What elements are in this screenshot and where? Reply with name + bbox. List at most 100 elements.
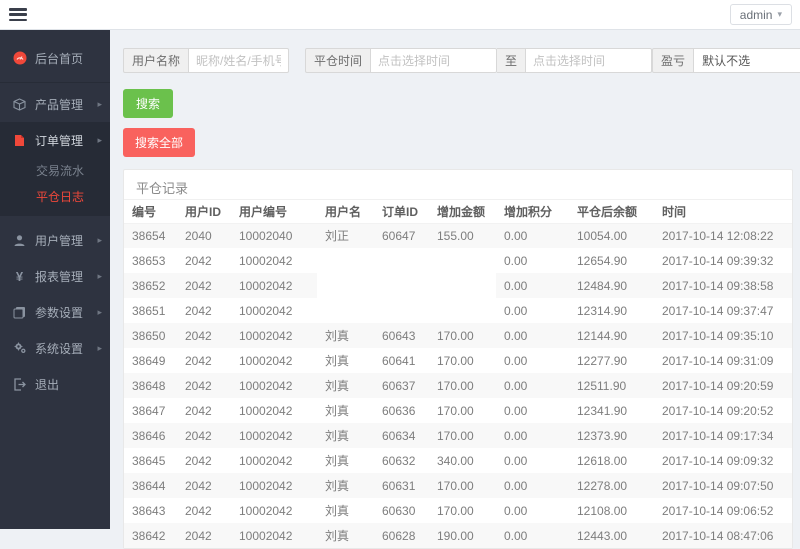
dashboard-icon	[12, 51, 27, 66]
table-cell: 10054.00	[569, 223, 654, 248]
table-cell: 2042	[177, 423, 231, 448]
close-records-table: 编号用户ID用户编号用户名订单ID增加金额增加积分平仓后余额时间 3865420…	[124, 200, 792, 548]
search-button[interactable]: 搜索	[123, 89, 173, 118]
divider	[0, 82, 110, 83]
table-cell: 0.00	[496, 423, 569, 448]
table-cell: 10002042	[231, 523, 317, 548]
table-cell: 12654.90	[569, 248, 654, 273]
table-row: 38650204210002042刘真60643170.000.0012144.…	[124, 323, 792, 348]
table-cell: 38643	[124, 498, 177, 523]
table-cell: 刘真	[317, 448, 374, 473]
chevron-right-icon: ▸	[97, 135, 102, 146]
table-cell: 12314.90	[569, 298, 654, 323]
system-settings-gear-icon	[12, 341, 27, 356]
table-cell: 38648	[124, 373, 177, 398]
table-row: 38644204210002042刘真60631170.000.0012278.…	[124, 473, 792, 498]
sidebar-item-close-position-log[interactable]: 平仓日志	[0, 184, 110, 210]
table-cell: 2017-10-14 09:31:09	[654, 348, 792, 373]
sidebar-item-label: 参数设置	[35, 304, 83, 321]
table-cell: 60632	[374, 448, 429, 473]
table-cell: 2042	[177, 373, 231, 398]
table-cell: 10002042	[231, 348, 317, 373]
table-cell	[317, 273, 374, 298]
table-cell: 38646	[124, 423, 177, 448]
table-cell: 155.00	[429, 223, 496, 248]
table-cell: 190.00	[429, 523, 496, 548]
sidebar-item-reports[interactable]: ¥ 报表管理 ▸	[0, 258, 110, 294]
table-row: 38647204210002042刘真60636170.000.0012341.…	[124, 398, 792, 423]
column-header: 时间	[654, 200, 792, 223]
table-cell: 12108.00	[569, 498, 654, 523]
table-cell: 10002042	[231, 473, 317, 498]
sidebar-item-products[interactable]: 产品管理 ▸	[0, 86, 110, 122]
time-to-input[interactable]	[526, 48, 652, 73]
table-cell: 2040	[177, 223, 231, 248]
sidebar-item-system-settings[interactable]: 系统设置 ▸	[0, 330, 110, 366]
username-filter-label: 用户名称	[123, 48, 189, 73]
to-label: 至	[497, 48, 526, 73]
table-cell: 170.00	[429, 373, 496, 398]
table-cell: 170.00	[429, 498, 496, 523]
sidebar-item-label: 后台首页	[35, 50, 83, 67]
hamburger-menu-icon[interactable]	[9, 8, 27, 21]
table-cell	[374, 248, 429, 273]
table-cell: 60647	[374, 223, 429, 248]
table-cell: 10002042	[231, 498, 317, 523]
table-cell: 12443.00	[569, 523, 654, 548]
profit-loss-select[interactable]: 默认不选	[694, 48, 800, 73]
table-cell: 10002042	[231, 323, 317, 348]
sidebar-item-logout[interactable]: 退出	[0, 366, 110, 402]
table-cell	[374, 273, 429, 298]
sidebar-item-parameters[interactable]: 参数设置 ▸	[0, 294, 110, 330]
sidebar-item-orders[interactable]: 订单管理 ▸	[0, 122, 110, 158]
column-header: 平仓后余额	[569, 200, 654, 223]
table-cell: 2017-10-14 09:39:32	[654, 248, 792, 273]
sidebar-item-label: 产品管理	[35, 96, 83, 113]
time-from-input[interactable]	[371, 48, 497, 73]
table-cell: 2017-10-14 09:37:47	[654, 298, 792, 323]
table-cell: 0.00	[496, 498, 569, 523]
table-cell: 2042	[177, 248, 231, 273]
table-cell: 0.00	[496, 223, 569, 248]
sidebar-item-users[interactable]: 用户管理 ▸	[0, 222, 110, 258]
column-header: 用户名	[317, 200, 374, 223]
table-cell: 12341.90	[569, 398, 654, 423]
table-cell: 刘真	[317, 523, 374, 548]
table-cell: 38650	[124, 323, 177, 348]
table-cell: 170.00	[429, 473, 496, 498]
user-icon	[12, 233, 27, 248]
sidebar-item-dashboard[interactable]: 后台首页	[0, 40, 110, 76]
profit-loss-selected-value: 默认不选	[694, 52, 800, 69]
report-icon: ¥	[12, 269, 27, 284]
table-row: 38646204210002042刘真60634170.000.0012373.…	[124, 423, 792, 448]
table-cell: 60628	[374, 523, 429, 548]
table-cell: 170.00	[429, 423, 496, 448]
table-cell: 12373.90	[569, 423, 654, 448]
table-row: 38642204210002042刘真60628190.000.0012443.…	[124, 523, 792, 548]
orders-submenu: 交易流水 平仓日志	[0, 158, 110, 216]
sidebar-item-label: 报表管理	[35, 268, 83, 285]
table-cell: 2017-10-14 09:38:58	[654, 273, 792, 298]
table-cell: 2042	[177, 448, 231, 473]
table-cell: 60641	[374, 348, 429, 373]
sidebar-item-transaction-flow[interactable]: 交易流水	[0, 158, 110, 184]
close-time-filter-group: 平仓时间 至	[305, 48, 652, 73]
table-cell: 0.00	[496, 248, 569, 273]
table-cell: 170.00	[429, 398, 496, 423]
order-icon	[12, 133, 27, 148]
admin-user-menu[interactable]: admin ▾	[730, 4, 792, 25]
sidebar: 后台首页 产品管理 ▸ 订单管理 ▸ 交易流水 平仓日志 用户管理 ▸ ¥ 报表…	[0, 30, 110, 529]
table-cell: 刘真	[317, 473, 374, 498]
table-cell: 刘真	[317, 398, 374, 423]
table-cell: 60636	[374, 398, 429, 423]
table-cell: 2042	[177, 473, 231, 498]
table-cell: 10002042	[231, 423, 317, 448]
username-filter-group: 用户名称	[123, 48, 289, 73]
table-cell: 2017-10-14 09:06:52	[654, 498, 792, 523]
search-all-button[interactable]: 搜索全部	[123, 128, 195, 157]
profit-loss-filter-label: 盈亏	[652, 48, 694, 73]
username-input[interactable]	[189, 48, 289, 73]
topbar: admin ▾	[0, 0, 800, 30]
table-cell: 2042	[177, 348, 231, 373]
table-cell: 38642	[124, 523, 177, 548]
